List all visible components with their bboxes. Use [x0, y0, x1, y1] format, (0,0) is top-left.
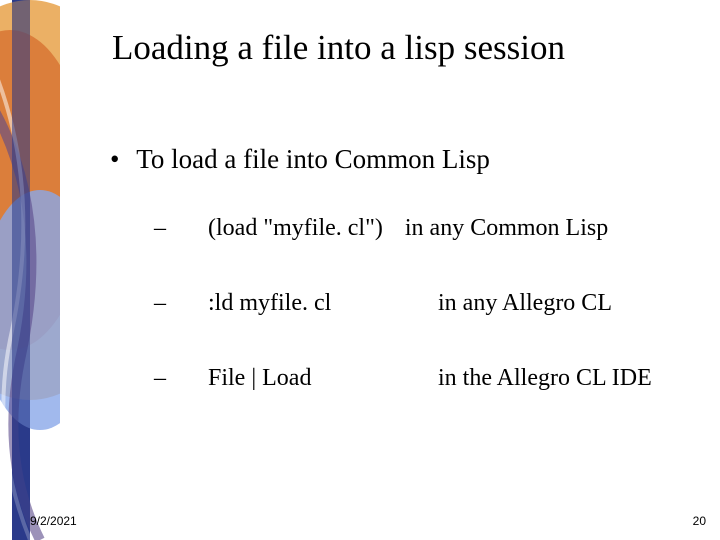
command-text: File | Load: [208, 365, 438, 392]
dash-glyph: –: [154, 290, 208, 317]
list-item: – :ld myfile. cl in any Allegro CL: [154, 290, 700, 317]
context-text: in the Allegro CL IDE: [438, 365, 700, 392]
sidebar-graphic: [0, 0, 60, 540]
page-number: 20: [693, 514, 706, 528]
context-text: in any Common Lisp: [393, 215, 700, 242]
bullet-glyph: •: [110, 144, 130, 175]
list-item: – File | Load in the Allegro CL IDE: [154, 365, 700, 392]
command-text: (load "myfile. cl"): [208, 215, 383, 242]
main-bullet-text: To load a file into Common Lisp: [136, 144, 490, 174]
sub-bullet-list: – (load "myfile. cl") in any Common Lisp…: [154, 215, 700, 392]
decorative-sidebar: [0, 0, 60, 540]
slide-title: Loading a file into a lisp session: [112, 28, 700, 68]
command-text: :ld myfile. cl: [208, 290, 438, 317]
list-item: – (load "myfile. cl") in any Common Lisp: [154, 215, 700, 242]
dash-glyph: –: [154, 365, 208, 392]
main-bullet: • To load a file into Common Lisp: [110, 144, 700, 175]
footer-date: 9/2/2021: [30, 514, 77, 528]
slide-content: Loading a file into a lisp session • To …: [60, 0, 720, 540]
context-text: in any Allegro CL: [438, 290, 700, 317]
dash-glyph: –: [154, 215, 208, 242]
